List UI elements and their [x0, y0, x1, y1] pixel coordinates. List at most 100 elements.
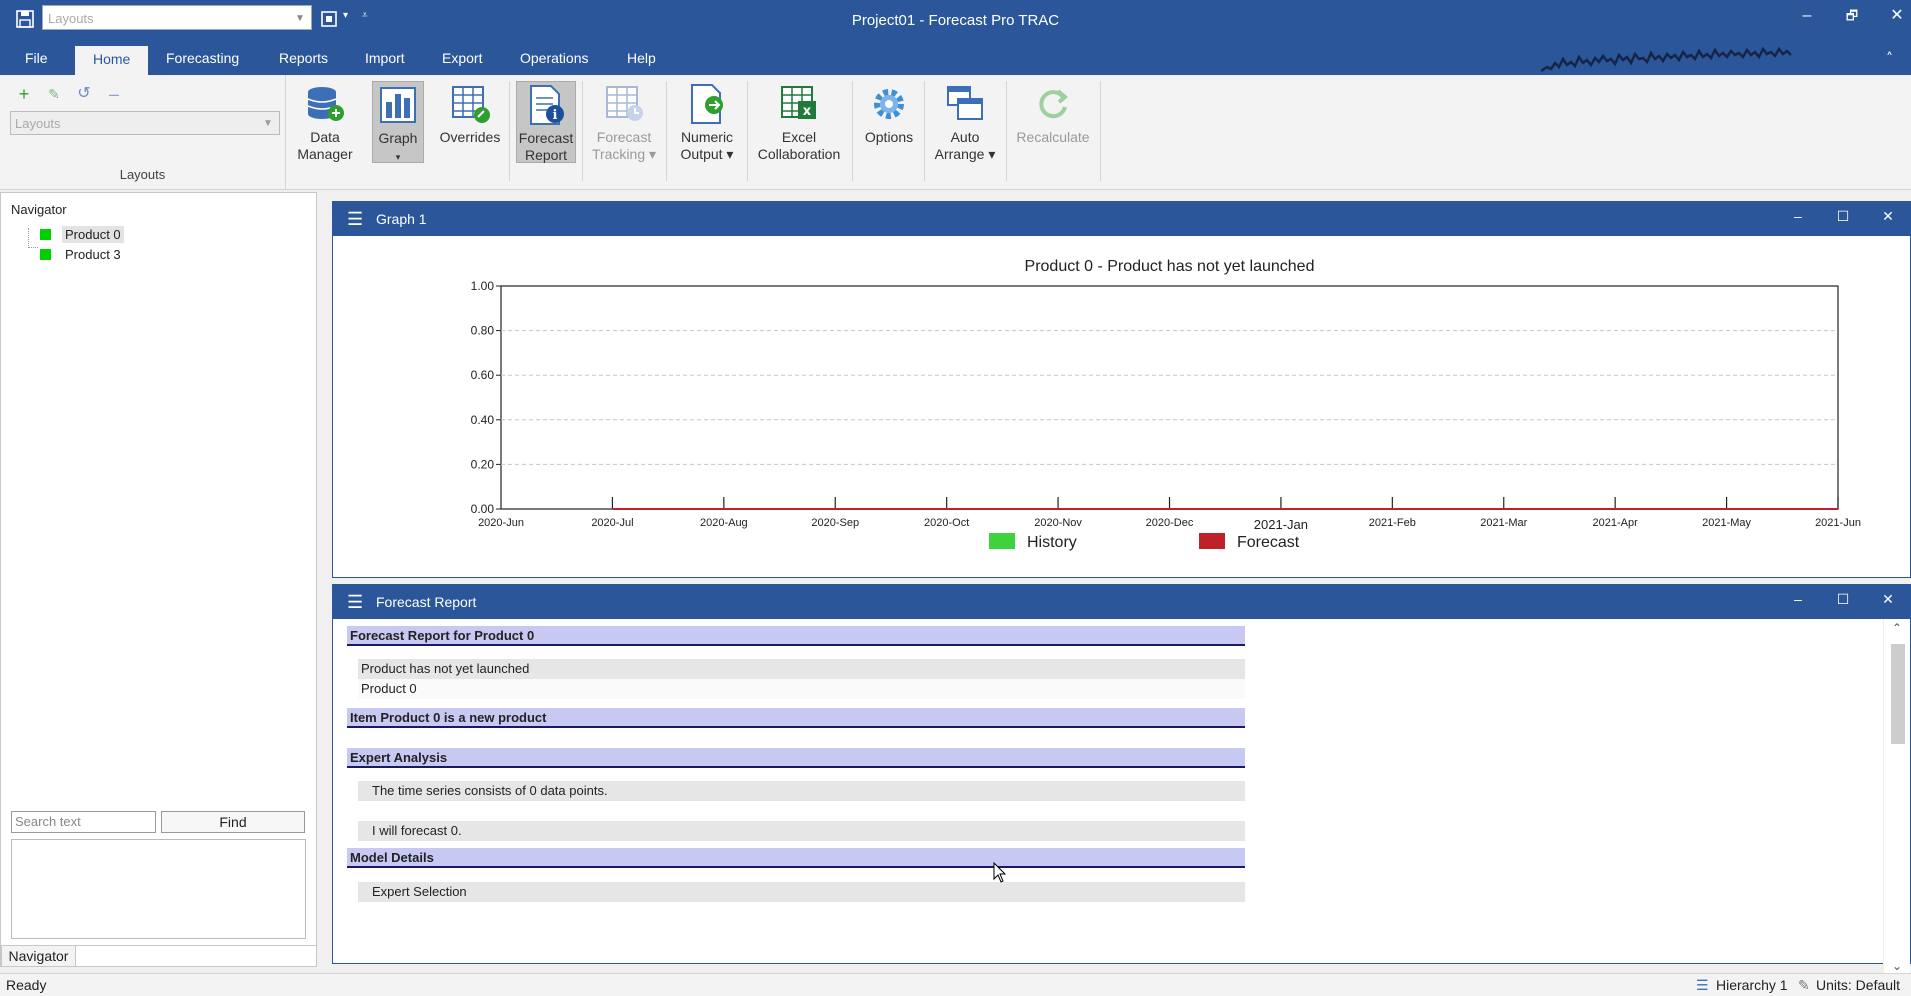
ribbon-collapse-icon[interactable]: ˄ — [1886, 51, 1893, 67]
overrides-button[interactable]: Overrides — [436, 81, 504, 163]
menu-export[interactable]: Export — [442, 50, 482, 66]
auto-arrange-icon — [947, 86, 983, 120]
x-tick-label: 2020-Sep — [811, 517, 859, 529]
maximize-panel-button[interactable]: ☐ — [1831, 208, 1855, 225]
minimize-window-button[interactable]: – — [1793, 4, 1821, 28]
find-button[interactable]: Find — [161, 811, 305, 833]
close-window-button[interactable]: ✕ — [1883, 4, 1911, 28]
tab-navigator[interactable]: Navigator — [1, 945, 76, 967]
layouts-group: + ✎ ↺ – Layouts ▼ Layouts — [0, 75, 286, 189]
x-tick-label: 2021-Feb — [1369, 517, 1416, 529]
close-panel-button[interactable]: ✕ — [1876, 208, 1900, 225]
x-tick-label: 2021-Jun — [1815, 517, 1861, 529]
graph-panel-header: ☰ Graph 1 – ☐ ✕ — [333, 202, 1910, 236]
x-tick-label: 2021-May — [1702, 517, 1751, 529]
units-pencil-icon: ✎ — [1798, 977, 1810, 993]
x-tick-label: 2021-Apr — [1593, 517, 1639, 529]
plot-area — [500, 285, 1839, 510]
auto-arrange-label-2: Arrange ▾ — [934, 146, 996, 162]
auto-arrange-button[interactable]: Auto Arrange ▾ — [930, 81, 1000, 163]
data-manager-button[interactable]: Data Manager — [290, 81, 360, 163]
minimize-panel-button[interactable]: – — [1786, 208, 1810, 224]
tree-connector — [28, 247, 38, 248]
excel-collaboration-label-1: Excel — [781, 129, 817, 145]
hierarchy-icon: ☰ — [1696, 977, 1709, 993]
auto-arrange-label-1: Auto — [950, 129, 980, 145]
report-line: Product 0 — [358, 679, 1245, 699]
report-line: Product has not yet launched — [358, 659, 1245, 679]
hamburger-menu-icon[interactable]: ☰ — [347, 210, 363, 228]
numeric-output-icon — [691, 84, 723, 124]
data-manager-label-1: Data — [310, 129, 340, 145]
status-bar: Ready ☰ Hierarchy 1 ✎ Units: Default — [0, 973, 1911, 996]
menu-reports[interactable]: Reports — [279, 50, 328, 66]
maximize-panel-button[interactable]: ☐ — [1831, 591, 1855, 608]
tree-connector — [28, 228, 29, 248]
numeric-output-button[interactable]: Numeric Output ▾ — [672, 81, 742, 163]
ribbon-separator — [1100, 81, 1101, 181]
close-panel-button[interactable]: ✕ — [1876, 591, 1900, 608]
navigator-title: Navigator — [11, 202, 67, 217]
svg-text:i: i — [553, 108, 558, 123]
hamburger-menu-icon[interactable]: ☰ — [347, 593, 363, 611]
y-tick-label: 1.00 — [471, 279, 495, 293]
report-section-header: Model Details — [347, 848, 1245, 868]
forecast-report-button[interactable]: i Forecast Report — [516, 81, 576, 163]
menu-file[interactable]: File — [25, 50, 48, 66]
chevron-down-icon[interactable]: ▼ — [260, 112, 276, 136]
nav-item-label: Product 0 — [62, 226, 124, 243]
hierarchy-status[interactable]: Hierarchy 1 — [1716, 974, 1788, 996]
scrollbar-thumb[interactable] — [1891, 644, 1905, 744]
y-tick-label: 0.80 — [471, 324, 495, 338]
excel-collaboration-button[interactable]: x Excel Collaboration — [752, 81, 846, 163]
layouts-combo-placeholder: Layouts — [15, 116, 61, 131]
graph-panel-title: Graph 1 — [376, 211, 427, 227]
overrides-icon — [452, 86, 490, 123]
overrides-label: Overrides — [439, 129, 501, 145]
data-manager-icon — [307, 87, 344, 121]
minimize-panel-button[interactable]: – — [1786, 591, 1810, 607]
forecast-report-label-2: Report — [524, 147, 568, 163]
scroll-up-icon[interactable]: ⌃ — [1884, 621, 1910, 635]
edit-layout-icon[interactable]: ✎ — [44, 84, 64, 104]
forecast-tracking-label-1: Forecast — [596, 129, 652, 145]
navigator-pane: Navigator Product 0 Product 3 Search tex… — [0, 192, 317, 967]
options-button[interactable]: Options — [858, 81, 920, 163]
menu-import[interactable]: Import — [365, 50, 405, 66]
ribbon-separator — [924, 81, 925, 181]
restore-window-button[interactable]: 🗗 — [1838, 4, 1866, 28]
undo-layout-icon[interactable]: ↺ — [74, 84, 94, 104]
forecast-tracking-button[interactable]: Forecast Tracking ▾ — [586, 81, 662, 163]
report-scrollbar[interactable]: ⌃ ⌄ — [1883, 619, 1910, 977]
graph-dropdown-icon[interactable]: ▾ — [396, 152, 401, 162]
add-layout-icon[interactable]: + — [14, 84, 34, 104]
title-bar: Layouts ▼ ▾ ⩡ Project01 - Forecast Pro T… — [0, 0, 1911, 42]
search-input[interactable]: Search text — [11, 811, 156, 833]
graph-button[interactable]: Graph ▾ — [372, 81, 424, 163]
legend-label-forecast: Forecast — [1237, 534, 1300, 551]
forecast-tracking-icon — [606, 86, 643, 121]
ribbon-separator — [582, 81, 583, 181]
legend-swatch-forecast — [1199, 533, 1225, 549]
y-tick-label: 0.60 — [471, 368, 495, 382]
scroll-down-icon[interactable]: ⌄ — [1884, 959, 1910, 973]
layouts-combo[interactable]: Layouts ▼ — [10, 111, 280, 135]
x-tick-label: 2020-Jul — [591, 517, 633, 529]
units-status[interactable]: Units: Default — [1816, 974, 1900, 996]
options-label: Options — [864, 129, 914, 145]
recalculate-label: Recalculate — [1016, 129, 1090, 145]
recalculate-button[interactable]: Recalculate — [1012, 81, 1094, 163]
menu-forecasting[interactable]: Forecasting — [166, 50, 239, 66]
recalculate-icon — [1039, 89, 1069, 119]
status-square-icon — [40, 229, 51, 240]
report-body: Forecast Report for Product 0 Product ha… — [333, 619, 1873, 977]
remove-layout-icon[interactable]: – — [104, 84, 124, 104]
forecast-report-panel: ☰ Forecast Report – ☐ ✕ Forecast Report … — [332, 584, 1911, 977]
menu-help[interactable]: Help — [627, 50, 656, 66]
report-line: I will forecast 0. — [358, 821, 1245, 841]
mouse-pointer-icon — [993, 862, 1007, 883]
x-tick-label: 2021-Jan — [1254, 517, 1308, 532]
ribbon-separator — [666, 81, 667, 181]
menu-operations[interactable]: Operations — [520, 50, 588, 66]
menu-home[interactable]: Home — [75, 46, 149, 75]
